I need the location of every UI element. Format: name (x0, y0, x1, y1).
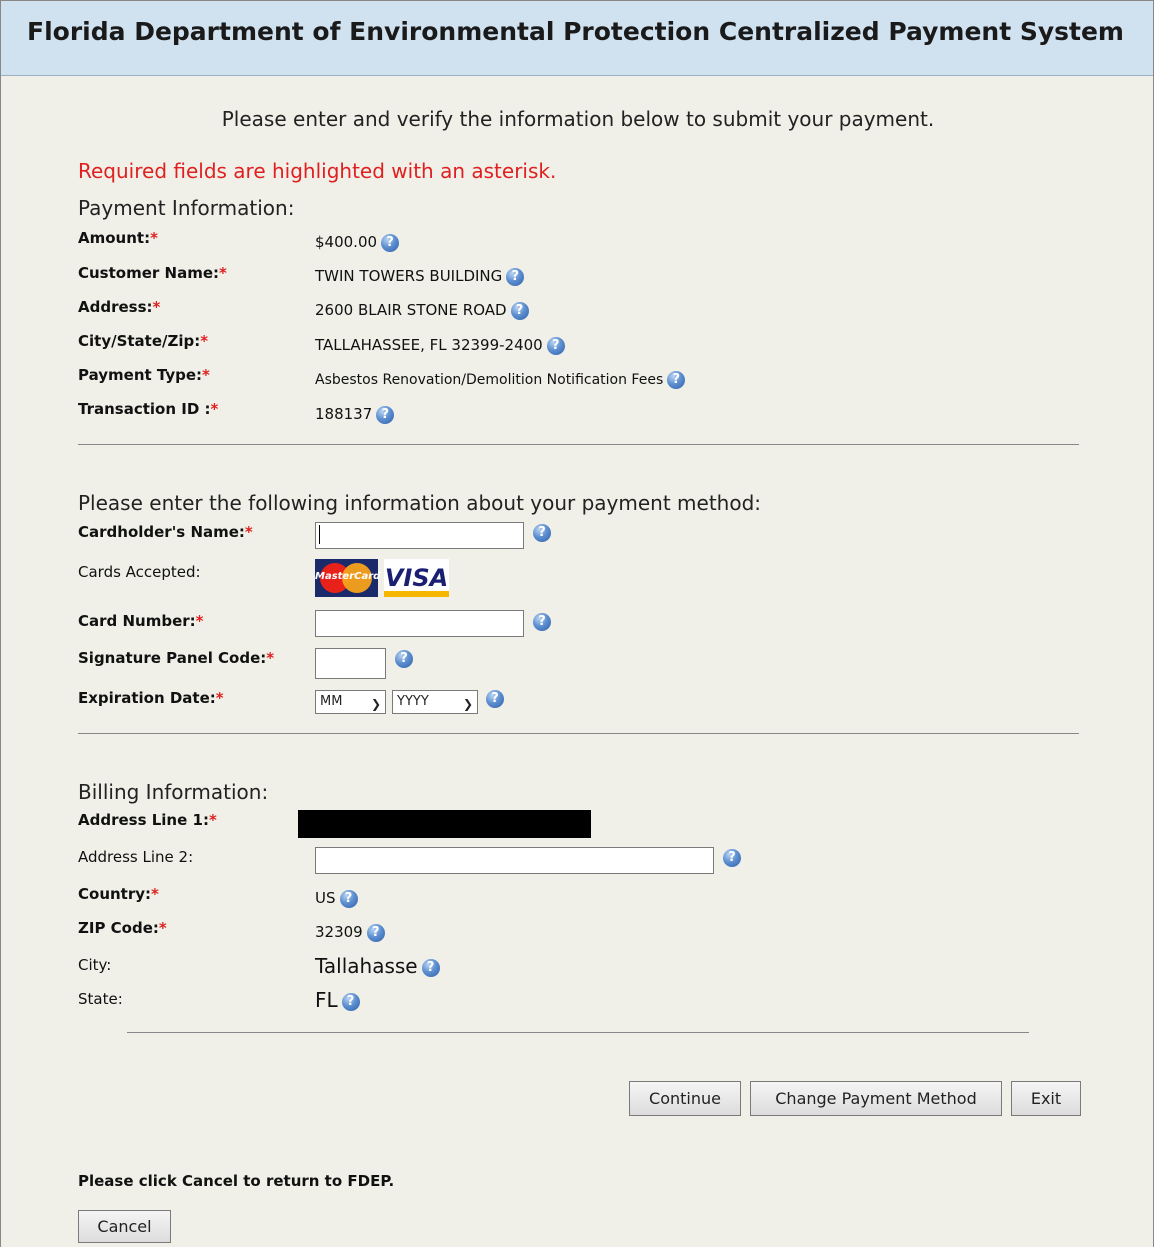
signature-code-help: ? (391, 648, 413, 668)
billing-info-title: Billing Information: (78, 780, 269, 804)
required-star: * (215, 689, 224, 707)
help-icon[interactable]: ? (510, 301, 529, 320)
help-icon[interactable]: ? (381, 233, 400, 252)
page-frame: Florida Department of Environmental Prot… (0, 0, 1154, 1247)
city-state-zip-value: TALLAHASSEE, FL 32399-2400? (315, 336, 565, 355)
transaction-id-value: 188137? (315, 405, 395, 424)
required-star: * (151, 885, 159, 903)
divider (78, 733, 1079, 734)
required-star: * (200, 332, 209, 350)
payment-type-value: Asbestos Renovation/Demolition Notificat… (315, 371, 686, 389)
address-label: Address:* (78, 298, 161, 316)
cards-accepted-label: Cards Accepted: (78, 563, 201, 581)
payment-method-title: Please enter the following information a… (78, 491, 762, 515)
divider (78, 444, 1079, 445)
required-star: * (244, 523, 253, 541)
chevron-down-icon: ❯ (370, 697, 381, 711)
cardholder-name-label: Cardholder's Name:* (78, 523, 253, 541)
customer-name-label: Customer Name:* (78, 264, 227, 282)
required-star: * (150, 229, 158, 247)
redacted-address-line1 (298, 810, 591, 838)
payment-type-label: Payment Type:* (78, 366, 210, 384)
page-header: Florida Department of Environmental Prot… (1, 1, 1153, 76)
transaction-id-label: Transaction ID :* (78, 400, 219, 418)
city-state-zip-label: City/State/Zip:* (78, 332, 209, 350)
signature-code-label: Signature Panel Code:* (78, 649, 275, 667)
help-icon[interactable]: ? (376, 405, 395, 424)
help-icon[interactable]: ? (506, 267, 525, 286)
address-line1-label: Address Line 1:* (78, 811, 217, 829)
customer-name-value: TWIN TOWERS BUILDING? (315, 267, 525, 286)
address-value: 2600 BLAIR STONE ROAD? (315, 301, 529, 320)
help-icon[interactable]: ? (366, 923, 385, 942)
state-value: FL? (315, 988, 360, 1012)
city-value: Tallahasse? (315, 954, 440, 978)
help-icon[interactable]: ? (341, 992, 360, 1011)
amount-value: $400.00? (315, 233, 400, 252)
page-title: Florida Department of Environmental Prot… (27, 17, 1124, 46)
mastercard-logo: MasterCard (315, 559, 381, 597)
card-number-help: ? (529, 611, 551, 631)
required-star: * (158, 919, 167, 937)
country-value: US? (315, 889, 358, 908)
expiration-date-label: Expiration Date:* (78, 689, 224, 707)
help-icon[interactable]: ? (395, 649, 413, 668)
exp-month-select[interactable]: MM ❯ (315, 690, 386, 714)
payment-info-title: Payment Information: (78, 196, 295, 220)
continue-button[interactable]: Continue (629, 1081, 741, 1116)
zip-code-label: ZIP Code:* (78, 919, 167, 937)
text-cursor (319, 525, 320, 544)
chevron-down-icon: ❯ (462, 697, 473, 711)
city-label: City: (78, 956, 112, 974)
exit-button[interactable]: Exit (1011, 1081, 1081, 1116)
help-icon[interactable]: ? (533, 523, 551, 542)
help-icon[interactable]: ? (667, 371, 686, 389)
cancel-note: Please click Cancel to return to FDEP. (78, 1172, 395, 1190)
exp-year-select[interactable]: YYYY ❯ (392, 690, 478, 714)
cardholder-name-input[interactable] (315, 522, 524, 549)
signature-code-input[interactable] (315, 648, 386, 679)
required-star: * (152, 298, 161, 316)
required-note: Required fields are highlighted with an … (78, 159, 557, 183)
help-icon[interactable]: ? (486, 689, 504, 708)
card-number-input[interactable] (315, 610, 524, 637)
cancel-button[interactable]: Cancel (78, 1210, 171, 1243)
required-star: * (219, 264, 227, 282)
help-icon[interactable]: ? (421, 958, 440, 977)
required-star: * (195, 612, 204, 630)
amount-label: Amount:* (78, 229, 158, 247)
cardholder-help: ? (529, 522, 551, 542)
country-label: Country:* (78, 885, 159, 903)
divider (127, 1032, 1029, 1033)
help-icon[interactable]: ? (339, 889, 358, 908)
required-star: * (202, 366, 210, 384)
help-icon[interactable]: ? (533, 612, 551, 631)
address-line2-input[interactable] (315, 847, 714, 874)
zip-code-value: 32309? (315, 923, 385, 942)
expiration-help: ? (482, 688, 504, 708)
change-payment-method-button[interactable]: Change Payment Method (750, 1081, 1002, 1116)
card-number-label: Card Number:* (78, 612, 204, 630)
mastercard-text: MasterCard (315, 571, 381, 582)
state-label: State: (78, 990, 123, 1008)
visa-logo-bar (384, 591, 449, 597)
help-icon[interactable]: ? (723, 848, 741, 867)
required-star: * (210, 400, 219, 418)
help-icon[interactable]: ? (546, 336, 565, 355)
address-line2-help: ? (719, 847, 741, 867)
required-star: * (208, 811, 217, 829)
address-line2-label: Address Line 2: (78, 848, 194, 866)
required-star: * (266, 649, 275, 667)
intro-text: Please enter and verify the information … (221, 107, 935, 131)
